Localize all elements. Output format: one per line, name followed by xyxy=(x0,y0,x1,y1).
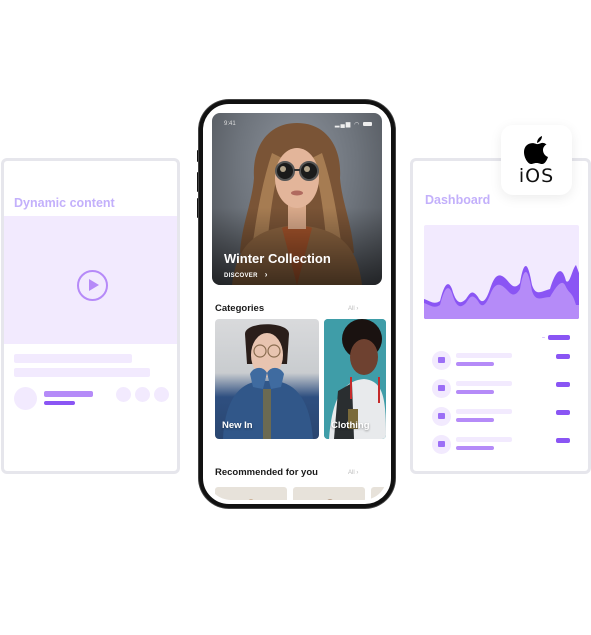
ios-platform-badge: iOS xyxy=(501,125,572,195)
signal-icon: ▂▄▆ xyxy=(334,122,352,128)
row-subtitle-placeholder xyxy=(456,390,494,394)
text-line-placeholder xyxy=(14,354,132,363)
product-image xyxy=(248,499,254,500)
categories-all-link[interactable]: All › xyxy=(348,306,358,312)
row-subtitle-placeholder xyxy=(456,362,494,366)
hero-title: Winter Collection xyxy=(224,251,331,266)
row-subtitle-placeholder xyxy=(456,418,494,422)
card-title: Dashboard xyxy=(425,193,491,207)
category-tile-new-in[interactable]: New In xyxy=(215,319,319,439)
category-label: New In xyxy=(222,420,253,431)
chevron-right-icon: › xyxy=(356,306,359,312)
battery-icon xyxy=(363,122,372,127)
action-circle[interactable] xyxy=(135,387,150,402)
row-value-bar xyxy=(556,438,570,443)
status-time: 9:41 xyxy=(224,121,236,127)
phone-mockup: 9:41 ▂▄▆ ◠ Winter Collection DISCOVER › … xyxy=(199,100,395,508)
image-icon xyxy=(432,379,451,398)
meta-line-placeholder xyxy=(44,401,75,405)
play-icon[interactable] xyxy=(77,270,108,301)
chevron-right-icon: › xyxy=(356,470,359,476)
chevron-right-icon: › xyxy=(264,270,268,279)
row-title-placeholder xyxy=(456,353,512,358)
row-value-bar xyxy=(556,410,570,415)
category-label: Clothing xyxy=(331,420,370,431)
action-circle[interactable] xyxy=(116,387,131,402)
all-label: All xyxy=(348,306,355,312)
category-tile-clothing[interactable]: Clothing xyxy=(324,319,386,439)
area-chart xyxy=(424,225,579,319)
apple-logo-icon xyxy=(524,136,548,164)
legend-bar xyxy=(548,335,570,340)
status-icons: ▂▄▆ ◠ xyxy=(335,121,372,128)
recommended-title: Recommended for you xyxy=(215,467,318,478)
row-value-bar xyxy=(556,382,570,387)
action-circle[interactable] xyxy=(154,387,169,402)
hero-banner[interactable]: 9:41 ▂▄▆ ◠ Winter Collection DISCOVER › xyxy=(212,113,382,285)
recommended-all-link[interactable]: All › xyxy=(348,470,358,476)
all-label: All xyxy=(348,470,355,476)
phone-screen: 9:41 ▂▄▆ ◠ Winter Collection DISCOVER › … xyxy=(207,108,387,500)
recommended-product-card[interactable] xyxy=(293,487,365,500)
recommended-product-card[interactable] xyxy=(215,487,287,500)
card-title: Dynamic content xyxy=(14,196,115,210)
name-line-placeholder xyxy=(44,391,93,397)
ios-label: iOS xyxy=(518,165,555,187)
dynamic-content-card: Dynamic content xyxy=(1,158,180,474)
recommended-product-card[interactable] xyxy=(371,487,387,500)
text-line-placeholder xyxy=(14,368,150,377)
row-subtitle-placeholder xyxy=(456,446,494,450)
image-icon xyxy=(432,435,451,454)
row-title-placeholder xyxy=(456,409,512,414)
dashboard-card: Dashboard xyxy=(410,158,591,474)
avatar-placeholder xyxy=(14,387,37,410)
product-image xyxy=(327,499,333,500)
wifi-icon: ◠ xyxy=(354,122,361,128)
row-title-placeholder xyxy=(456,381,512,386)
video-placeholder[interactable] xyxy=(4,216,177,344)
legend-dash xyxy=(542,337,545,338)
row-value-bar xyxy=(556,354,570,359)
categories-title: Categories xyxy=(215,303,265,314)
row-title-placeholder xyxy=(456,437,512,442)
image-icon xyxy=(432,351,451,370)
discover-link[interactable]: DISCOVER › xyxy=(224,270,268,279)
image-icon xyxy=(432,407,451,426)
discover-label: DISCOVER xyxy=(224,273,258,279)
